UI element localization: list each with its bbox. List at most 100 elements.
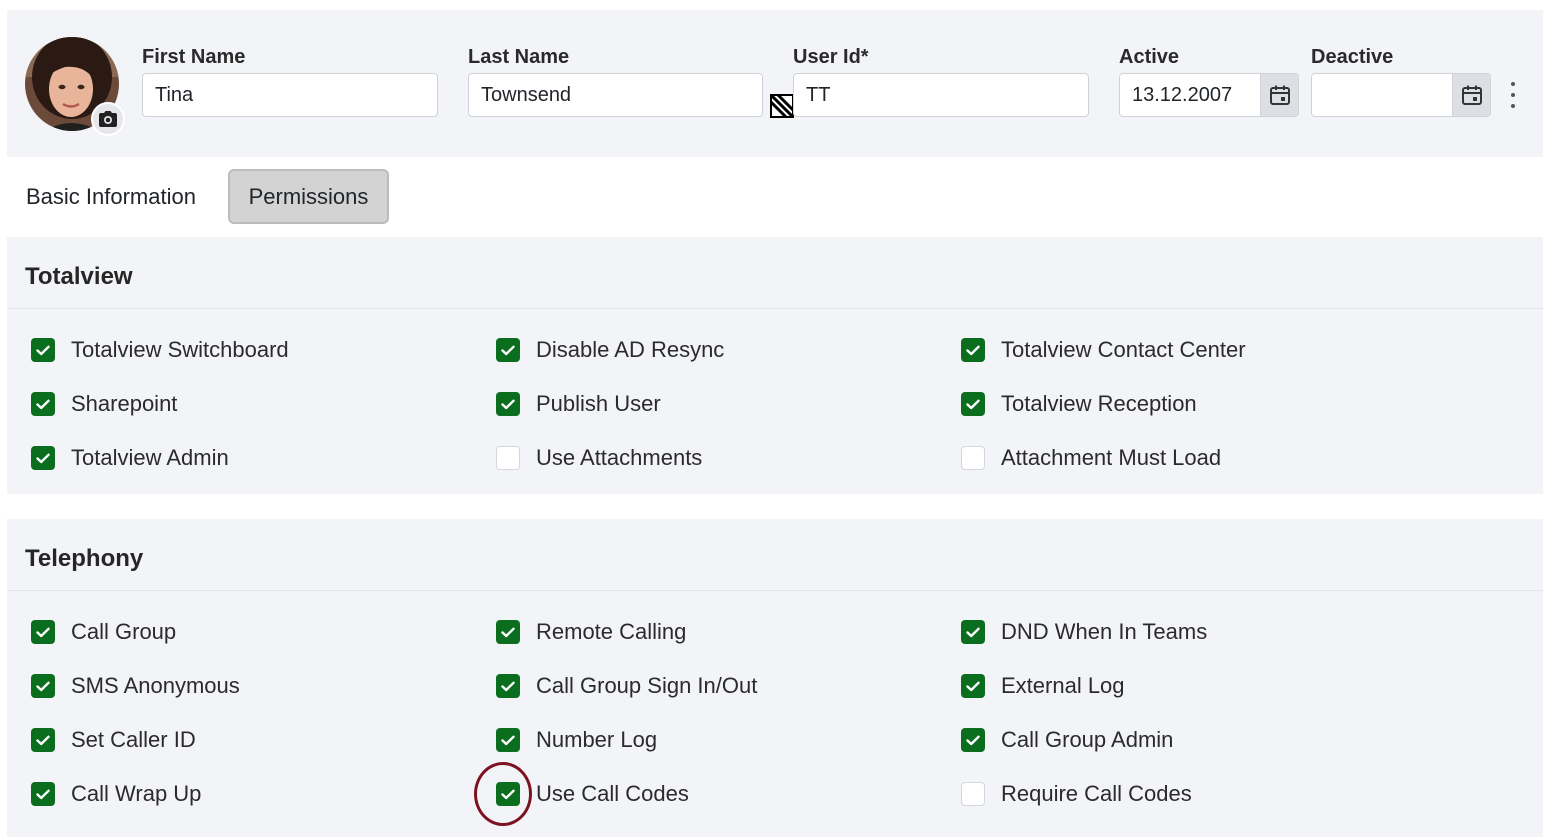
- check-icon: [36, 453, 50, 463]
- check-icon: [501, 345, 515, 355]
- permission-checkbox[interactable]: [961, 392, 985, 416]
- permission-item[interactable]: DND When In Teams: [961, 617, 1207, 647]
- user-header: First Name Tina Last Name Townsend User …: [7, 10, 1543, 157]
- permission-item[interactable]: Sharepoint: [31, 389, 177, 419]
- permission-checkbox[interactable]: [496, 446, 520, 470]
- permission-item[interactable]: Totalview Admin: [31, 443, 229, 473]
- permission-label: Call Wrap Up: [71, 781, 202, 806]
- permission-item[interactable]: Call Group: [31, 617, 176, 647]
- first-name-label: First Name: [142, 46, 246, 68]
- permission-label: Use Call Codes: [536, 781, 689, 806]
- permission-label: Totalview Contact Center: [1001, 337, 1246, 362]
- deactive-date-calendar-button[interactable]: [1452, 74, 1490, 116]
- permission-item[interactable]: SMS Anonymous: [31, 671, 240, 701]
- permission-checkbox[interactable]: [496, 674, 520, 698]
- section-title: Totalview: [25, 263, 133, 290]
- permission-item[interactable]: Totalview Reception: [961, 389, 1197, 419]
- permission-item[interactable]: Totalview Contact Center: [961, 335, 1246, 365]
- permission-checkbox[interactable]: [961, 446, 985, 470]
- check-icon: [501, 627, 515, 637]
- permission-label: SMS Anonymous: [71, 673, 240, 698]
- permission-checkbox[interactable]: [496, 620, 520, 644]
- permission-item[interactable]: Totalview Switchboard: [31, 335, 289, 365]
- permission-item[interactable]: Use Call Codes: [496, 779, 689, 809]
- permission-checkbox[interactable]: [31, 446, 55, 470]
- permission-checkbox[interactable]: [961, 728, 985, 752]
- permission-checkbox[interactable]: [496, 782, 520, 806]
- permission-checkbox[interactable]: [961, 674, 985, 698]
- permission-label: Sharepoint: [71, 391, 178, 416]
- section-divider: [7, 308, 1543, 309]
- permission-label: Call Group Admin: [1001, 727, 1174, 752]
- permission-checkbox[interactable]: [31, 392, 55, 416]
- permission-label: DND When In Teams: [1001, 619, 1208, 644]
- ad-sync-icon[interactable]: [770, 94, 794, 118]
- check-icon: [501, 735, 515, 745]
- first-name-field[interactable]: Tina: [142, 73, 438, 117]
- section-telephony: Telephony Call Group Remote Calling DND Wh…: [7, 519, 1543, 837]
- permission-label: Call Group: [71, 619, 177, 644]
- deactive-date-label: Deactive: [1311, 46, 1394, 68]
- permission-item[interactable]: Attachment Must Load: [961, 443, 1221, 473]
- tab-basic-information[interactable]: Basic Information: [18, 169, 204, 224]
- permission-item[interactable]: Call Group Sign In/Out: [496, 671, 757, 701]
- active-date-label: Active: [1119, 46, 1180, 68]
- permission-item[interactable]: Disable AD Resync: [496, 335, 724, 365]
- permission-checkbox[interactable]: [961, 338, 985, 362]
- permission-checkbox[interactable]: [961, 782, 985, 806]
- calendar-icon: [1461, 85, 1482, 105]
- permission-label: Use Attachments: [536, 445, 703, 470]
- permission-label: Number Log: [536, 727, 658, 752]
- tab-permissions[interactable]: Permissions: [228, 169, 389, 224]
- permission-checkbox[interactable]: [496, 338, 520, 362]
- permission-checkbox[interactable]: [31, 674, 55, 698]
- permission-label: Totalview Switchboard: [71, 337, 289, 362]
- permission-item[interactable]: External Log: [961, 671, 1125, 701]
- last-name-field[interactable]: Townsend: [468, 73, 763, 117]
- active-date-field[interactable]: 13.12.2007: [1119, 73, 1299, 117]
- user-id-field[interactable]: TT: [793, 73, 1089, 117]
- permission-checkbox[interactable]: [496, 392, 520, 416]
- permission-checkbox[interactable]: [31, 620, 55, 644]
- permission-item[interactable]: Call Wrap Up: [31, 779, 201, 809]
- permission-item[interactable]: Require Call Codes: [961, 779, 1192, 809]
- calendar-icon: [1269, 85, 1290, 105]
- check-icon: [36, 789, 50, 799]
- check-icon: [501, 789, 515, 799]
- permission-checkbox[interactable]: [496, 728, 520, 752]
- check-icon: [36, 399, 50, 409]
- permission-label: Set Caller ID: [71, 727, 196, 752]
- permission-item[interactable]: Set Caller ID: [31, 725, 196, 755]
- permission-checkbox[interactable]: [961, 620, 985, 644]
- permission-label: Totalview Reception: [1001, 391, 1197, 416]
- permission-item[interactable]: Use Attachments: [496, 443, 702, 473]
- permission-checkbox[interactable]: [31, 338, 55, 362]
- change-photo-button[interactable]: [91, 102, 125, 136]
- permission-label: Publish User: [536, 391, 661, 416]
- permission-checkbox[interactable]: [31, 782, 55, 806]
- permission-label: Require Call Codes: [1001, 781, 1192, 806]
- deactive-date-field[interactable]: [1311, 73, 1491, 117]
- permission-label: Call Group Sign In/Out: [536, 673, 758, 698]
- section-totalview: Totalview Totalview Switchboard Disable A…: [7, 237, 1543, 494]
- last-name-label: Last Name: [468, 46, 570, 68]
- permission-label: Remote Calling: [536, 619, 687, 644]
- permission-item[interactable]: Publish User: [496, 389, 661, 419]
- check-icon: [501, 681, 515, 691]
- user-id-label: User Id*: [793, 46, 869, 68]
- active-date-value: 13.12.2007: [1132, 84, 1233, 106]
- permission-item[interactable]: Call Group Admin: [961, 725, 1173, 755]
- permission-item[interactable]: Number Log: [496, 725, 657, 755]
- check-icon: [966, 627, 980, 637]
- section-divider: [7, 590, 1543, 591]
- permission-item[interactable]: Remote Calling: [496, 617, 686, 647]
- permission-label: Disable AD Resync: [536, 337, 725, 362]
- check-icon: [501, 399, 515, 409]
- active-date-calendar-button[interactable]: [1260, 74, 1298, 116]
- permission-checkbox[interactable]: [31, 728, 55, 752]
- check-icon: [36, 681, 50, 691]
- more-vertical-icon[interactable]: [1507, 82, 1519, 108]
- check-icon: [966, 735, 980, 745]
- section-title: Telephony: [25, 545, 144, 572]
- check-icon: [966, 345, 980, 355]
